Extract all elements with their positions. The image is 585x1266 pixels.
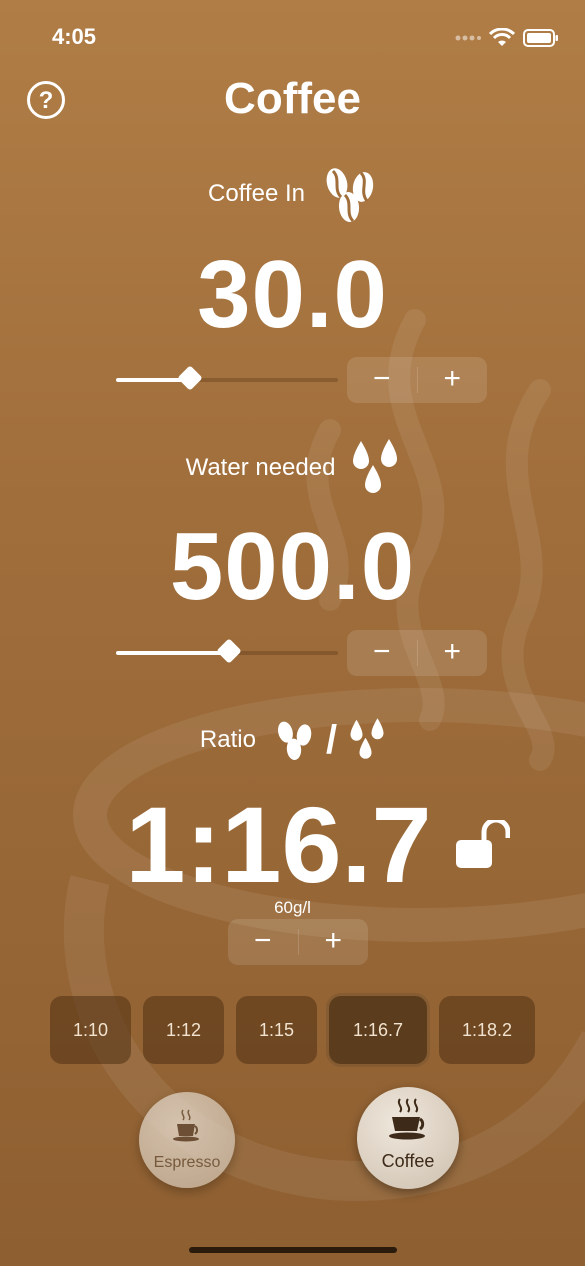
- preset-button[interactable]: 1:10: [50, 996, 131, 1064]
- wifi-icon: [489, 28, 515, 46]
- unlock-icon[interactable]: [454, 819, 510, 870]
- coffee-in-slider[interactable]: [116, 365, 338, 391]
- coffee-label: Coffee: [381, 1151, 435, 1171]
- preset-button[interactable]: 1:15: [236, 996, 317, 1064]
- water-stepper[interactable]: − +: [347, 630, 487, 676]
- status-bar: 4:05: [0, 24, 585, 54]
- home-indicator[interactable]: [189, 1247, 397, 1253]
- coffee-in-increment-button[interactable]: +: [418, 357, 488, 403]
- coffee-in-label: Coffee In: [208, 180, 305, 207]
- coffee-in-value: 30.0: [197, 241, 388, 348]
- ratio-value-row: 1:16.7: [0, 782, 585, 907]
- coffee-in-slider-thumb[interactable]: [177, 365, 203, 391]
- coffee-beans-icon: [326, 168, 374, 223]
- water-slider-fill: [116, 651, 229, 655]
- page-title: Coffee: [224, 74, 361, 123]
- water-label: Water needed: [185, 454, 336, 481]
- coffee-cup-icon: [389, 1098, 425, 1140]
- espresso-cup-icon: [173, 1109, 199, 1142]
- coffee-beans-icon: [277, 721, 312, 760]
- ratio-value: 1:16.7: [125, 784, 432, 905]
- ratio-presets: 1:10 1:12 1:15 1:16.7 1:18.2: [50, 996, 535, 1064]
- cellular-signal-icon: [455, 35, 481, 41]
- ratio-slash: /: [325, 717, 338, 762]
- water-increment-button[interactable]: +: [418, 630, 488, 676]
- preset-button-selected[interactable]: 1:16.7: [329, 996, 427, 1064]
- concentration-text: 60g/l: [274, 898, 311, 917]
- espresso-label: Espresso: [153, 1154, 221, 1171]
- water-slider-thumb[interactable]: [216, 638, 242, 664]
- water-drops-icon: [353, 439, 398, 493]
- coffee-in-decrement-button[interactable]: −: [347, 357, 417, 403]
- coffee-in-header: Coffee In: [0, 164, 585, 224]
- status-time: 4:05: [52, 24, 97, 49]
- preset-button[interactable]: 1:18.2: [439, 996, 535, 1064]
- ratio-increment-button[interactable]: +: [299, 919, 369, 965]
- espresso-mode-button[interactable]: Espresso: [139, 1092, 235, 1188]
- water-drops-icon: [350, 718, 384, 759]
- ratio-header: Ratio /: [0, 712, 585, 768]
- coffee-in-stepper[interactable]: − +: [347, 357, 487, 403]
- water-header: Water needed: [0, 436, 585, 500]
- battery-icon: [523, 29, 558, 47]
- preset-button[interactable]: 1:12: [143, 996, 224, 1064]
- coffee-mode-button[interactable]: Coffee: [357, 1087, 459, 1189]
- ratio-label: Ratio: [199, 726, 256, 753]
- water-slider[interactable]: [116, 638, 338, 664]
- ratio-stepper[interactable]: − +: [228, 919, 368, 965]
- water-value: 500.0: [169, 513, 416, 620]
- ratio-decrement-button[interactable]: −: [228, 919, 298, 965]
- water-decrement-button[interactable]: −: [347, 630, 417, 676]
